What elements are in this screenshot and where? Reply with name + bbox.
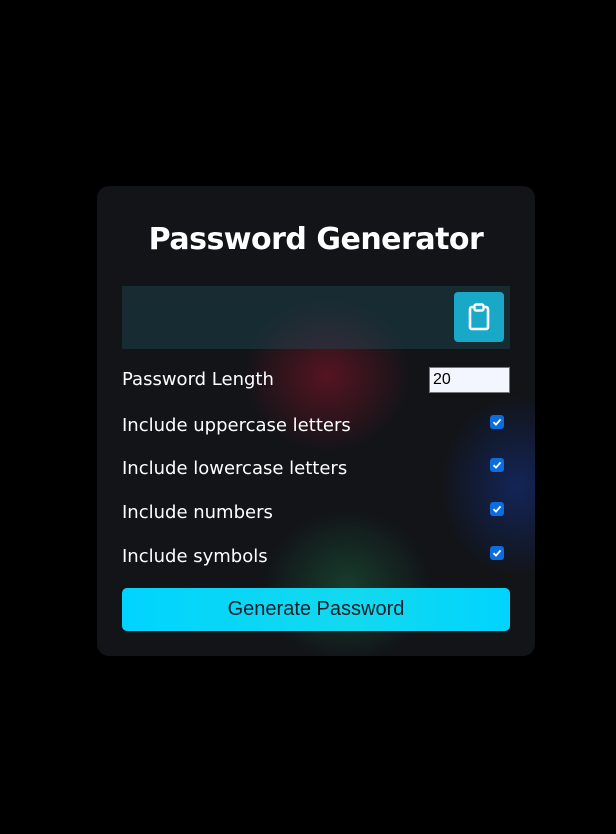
copy-to-clipboard-button[interactable] (454, 292, 504, 342)
password-length-label: Password Length (122, 369, 274, 390)
lowercase-checkbox[interactable] (490, 458, 504, 472)
lowercase-label: Include lowercase letters (122, 458, 348, 479)
numbers-checkbox[interactable] (490, 502, 504, 516)
password-result-display (122, 286, 510, 349)
uppercase-checkbox[interactable] (490, 415, 504, 429)
numbers-label: Include numbers (122, 502, 273, 523)
generate-password-button[interactable]: Generate Password (122, 588, 510, 631)
password-generator-card: Password Generator Password Length Inclu… (97, 186, 535, 656)
option-row-uppercase: Include uppercase letters (122, 413, 510, 441)
check-icon (492, 505, 502, 513)
option-row-numbers: Include numbers (122, 500, 510, 528)
check-icon (492, 461, 502, 469)
symbols-checkbox[interactable] (490, 546, 504, 560)
uppercase-label: Include uppercase letters (122, 415, 351, 436)
page-title: Password Generator (148, 222, 484, 257)
clipboard-icon (468, 303, 490, 331)
password-length-input[interactable] (429, 367, 510, 393)
password-length-row: Password Length (122, 367, 510, 395)
option-row-symbols: Include symbols (122, 544, 510, 572)
check-icon (492, 549, 502, 557)
check-icon (492, 418, 502, 426)
option-row-lowercase: Include lowercase letters (122, 456, 510, 484)
symbols-label: Include symbols (122, 546, 268, 567)
